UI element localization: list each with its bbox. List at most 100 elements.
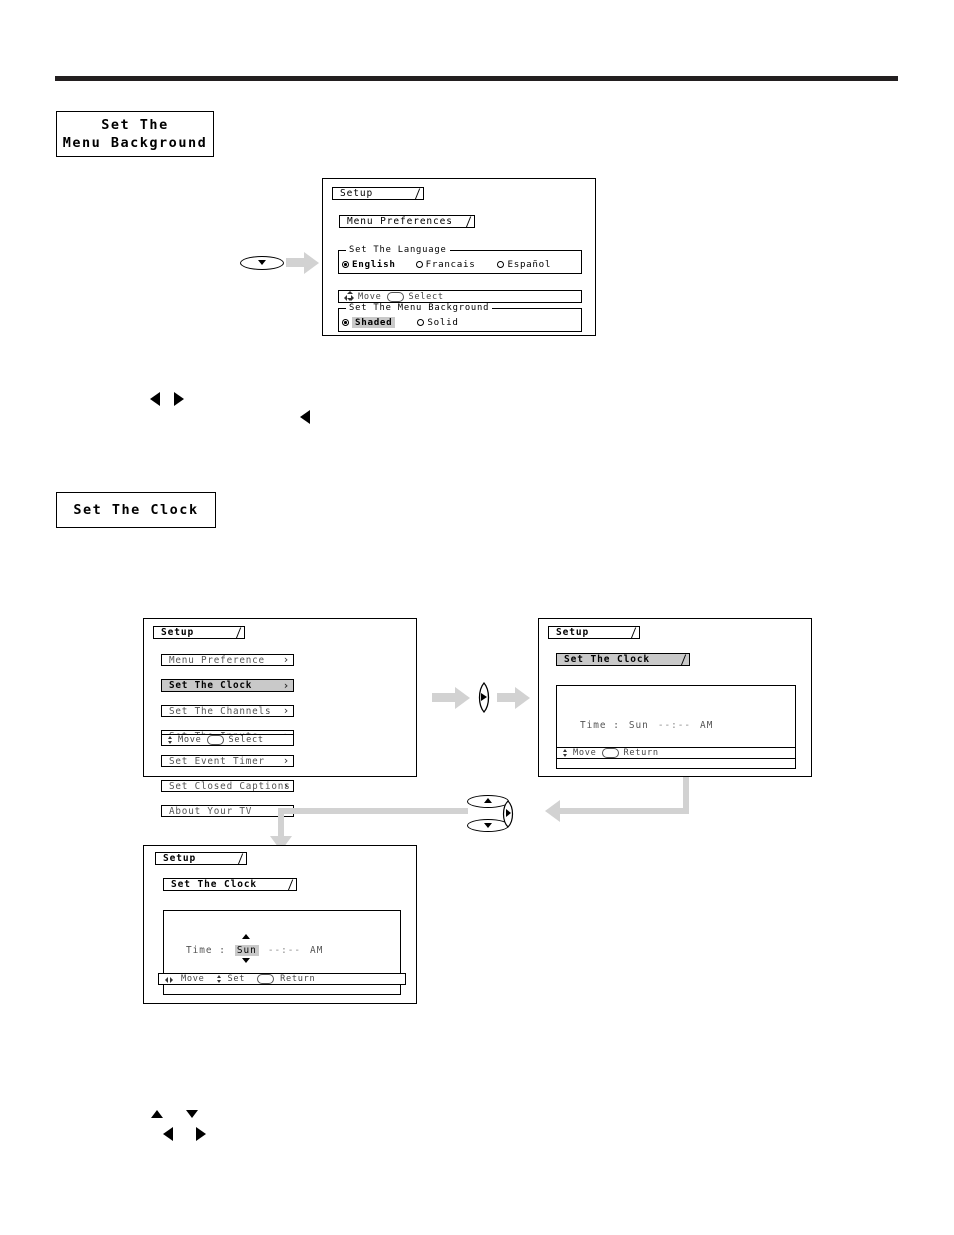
chevron-right-icon [506, 809, 511, 817]
menu-item-set-event-timer[interactable]: Set Event Timer › [161, 755, 294, 767]
time-hour-minute-value[interactable]: --:-- [268, 945, 301, 956]
heading-line-1: Set The [101, 116, 169, 133]
flow-arrow-left-icon [545, 800, 560, 822]
time-meridiem-value[interactable]: AM [310, 945, 323, 956]
radio-language-english[interactable]: English [342, 259, 396, 270]
tab-set-the-clock-label: Set The Clock [564, 654, 651, 665]
right-lens-button[interactable] [473, 681, 495, 714]
time-day-value[interactable]: Sun [629, 720, 649, 731]
chevron-right-icon [481, 693, 487, 701]
chevron-up-icon [484, 798, 492, 803]
time-hour-minute-value[interactable]: --:-- [658, 720, 691, 731]
flow-arrow-right-icon [515, 687, 530, 709]
hint-move-label: Move [358, 291, 382, 302]
heading-set-the-menu-background: Set The Menu Background [56, 111, 214, 157]
spinner-up-triangle-icon[interactable] [242, 934, 250, 939]
chevron-down-icon [258, 260, 266, 265]
tab-set-the-clock[interactable]: Set The Clock [163, 878, 297, 891]
tab-setup-label: Setup [556, 627, 590, 638]
menu-item-label: Menu Preference [169, 654, 265, 666]
menu-item-label: About Your TV [169, 805, 253, 817]
osd-panel-clock-view: Setup Set The Clock Time : Sun --:-- AM … [538, 618, 812, 777]
time-meridiem-value[interactable]: AM [700, 720, 713, 731]
menu-item-label: Set The Channels [169, 705, 272, 717]
group-caption-language: Set The Language [346, 245, 450, 255]
menu-item-about-your-tv[interactable]: About Your TV › [161, 805, 294, 817]
radio-label: Español [507, 259, 552, 270]
key-hint-left-triangle [300, 410, 310, 424]
tab-set-the-clock[interactable]: Set The Clock [556, 653, 690, 666]
heading-set-the-clock: Set The Clock [56, 492, 216, 528]
tab-setup-label: Setup [163, 853, 197, 864]
group-set-the-menu-background: Set The Menu Background Shaded Solid [338, 303, 582, 332]
hint-bar-clock-view: Move Return [556, 747, 796, 759]
osd-panel-menu-preferences: Setup Menu Preferences Set The Language … [322, 178, 596, 336]
hint-return-label: Return [623, 748, 659, 758]
radio-dot-icon [415, 261, 423, 268]
flow-connector [278, 808, 284, 839]
tab-setup[interactable]: Setup [155, 852, 247, 865]
key-hint-right-triangle [174, 392, 184, 406]
tab-setup[interactable]: Setup [153, 626, 245, 639]
tab-corner-slash-icon [237, 853, 244, 864]
updown-right-button[interactable] [467, 795, 519, 833]
return-button-icon [257, 974, 275, 984]
radio-dot-icon [417, 319, 425, 326]
flow-connector [278, 808, 468, 814]
flow-connector [560, 808, 689, 814]
hint-bar-clock-edit: Move Set Return [158, 973, 406, 985]
select-button-icon [386, 291, 404, 302]
group-caption-menu-background: Set The Menu Background [346, 303, 493, 313]
heading-line-2: Menu Background [62, 135, 208, 151]
hint-bar-setup-list: Move Select [161, 734, 294, 746]
up-down-set-icon [216, 974, 222, 984]
hint-move-label: Move [178, 735, 202, 745]
up-down-move-icon [563, 748, 568, 758]
tab-set-the-clock-label: Set The Clock [171, 879, 258, 890]
radio-language-francais[interactable]: Francais [415, 259, 476, 270]
menu-item-set-closed-captions[interactable]: Set Closed Captions › [161, 780, 294, 792]
radio-language-espanol[interactable]: Español [497, 259, 551, 270]
tab-menu-preferences-label: Menu Preferences [347, 216, 453, 227]
radio-background-shaded[interactable]: Shaded [342, 317, 396, 328]
time-label: Time : [580, 720, 620, 731]
key-hint-up-triangle [151, 1110, 163, 1118]
radio-dot-icon [497, 261, 505, 268]
hint-select-label: Select [228, 735, 264, 745]
heading-line-1: Set The Clock [73, 501, 199, 518]
radio-label: Solid [427, 317, 459, 328]
radio-label: English [352, 259, 396, 270]
up-down-move-icon [168, 735, 173, 745]
tab-setup[interactable]: Setup [548, 626, 640, 639]
menu-item-label: Set Event Timer [169, 755, 265, 767]
radio-label: Shaded [352, 317, 396, 328]
radio-background-solid[interactable]: Solid [417, 317, 458, 328]
chevron-down-icon [484, 823, 492, 828]
clock-time-row: Time : Sun --:-- AM [186, 945, 323, 956]
tab-setup-label: Setup [161, 627, 195, 638]
tab-corner-slash-icon [287, 879, 294, 890]
down-oval-button[interactable] [240, 256, 284, 274]
tab-setup[interactable]: Setup [332, 187, 424, 200]
key-hint-right-triangle [196, 1127, 206, 1141]
menu-item-set-the-clock[interactable]: Set The Clock › [161, 679, 294, 692]
tab-corner-slash-icon [465, 216, 472, 227]
spinner-down-triangle-icon[interactable] [242, 958, 250, 963]
tab-corner-slash-icon [414, 188, 421, 199]
flow-arrow-right-icon [455, 687, 470, 709]
menu-item-label: Set The Clock [169, 680, 253, 691]
menu-item-menu-preference[interactable]: Menu Preference › [161, 654, 294, 666]
menu-item-set-the-channels[interactable]: Set The Channels › [161, 705, 294, 717]
radio-dot-icon [342, 319, 349, 326]
flow-connector [286, 258, 304, 267]
hint-return-label: Return [280, 974, 316, 984]
tab-corner-slash-icon [680, 654, 687, 665]
select-button-icon [206, 735, 224, 745]
hint-move-label: Move [573, 748, 597, 758]
flow-arrow-right-icon [304, 252, 319, 274]
radio-label: Francais [425, 259, 476, 270]
menu-item-label: Set Closed Captions [169, 780, 291, 792]
time-day-value[interactable]: Sun [234, 945, 259, 956]
tab-menu-preferences[interactable]: Menu Preferences [339, 215, 475, 228]
tab-setup-label: Setup [340, 188, 374, 199]
